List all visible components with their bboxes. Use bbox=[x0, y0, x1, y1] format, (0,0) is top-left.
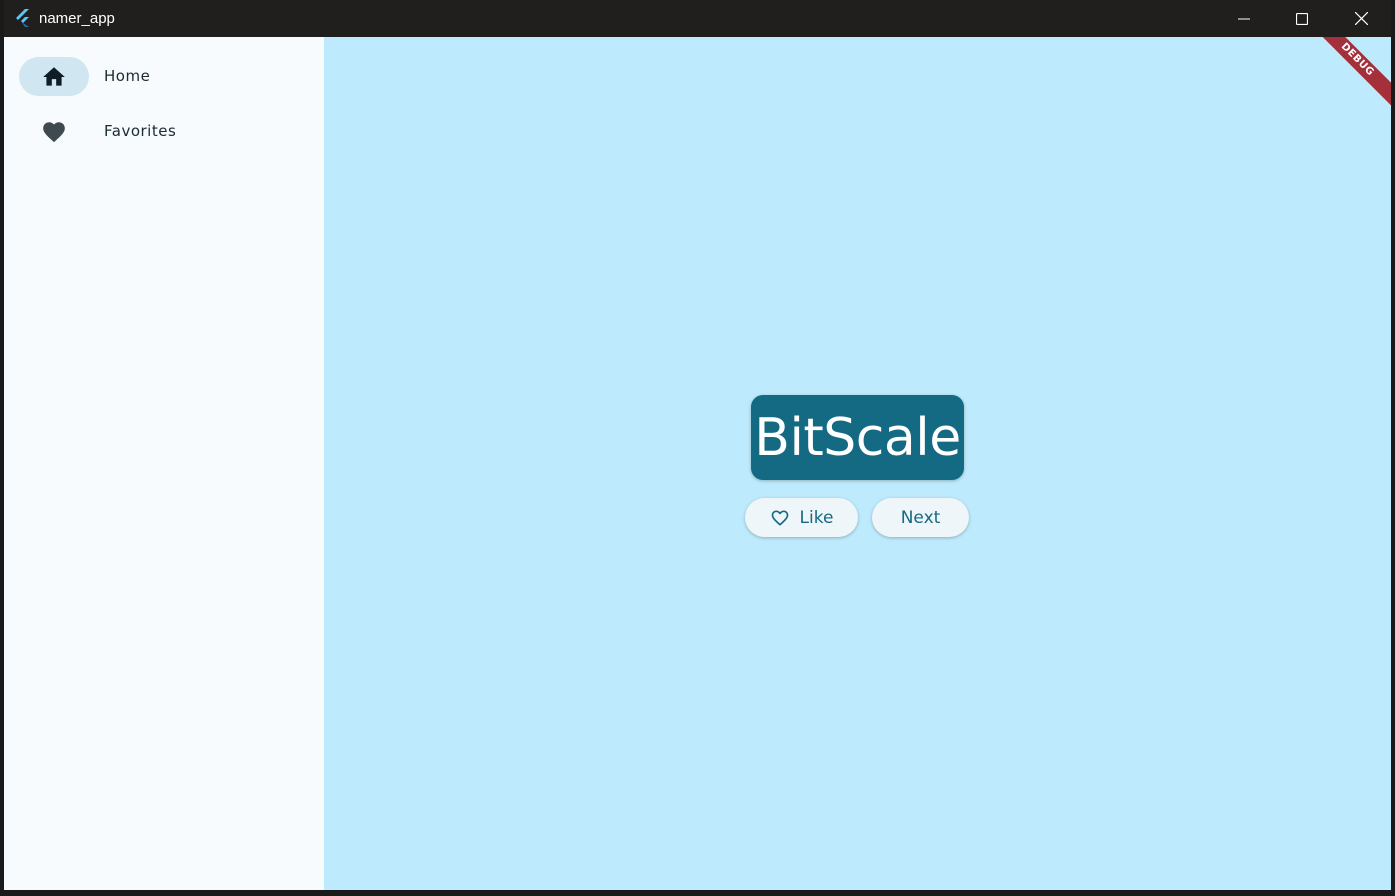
app-window: namer_app Home Favorites DEBUG BitScale … bbox=[4, 0, 1391, 890]
navigation-rail: Home Favorites bbox=[4, 37, 324, 890]
next-label: Next bbox=[900, 507, 941, 528]
flutter-logo-icon bbox=[16, 9, 29, 27]
title-bar[interactable]: namer_app bbox=[4, 0, 1391, 37]
sidebar-item-label: Home bbox=[104, 67, 151, 85]
debug-banner: DEBUG bbox=[1316, 37, 1391, 112]
word-pair-card: BitScale bbox=[751, 395, 964, 480]
next-button[interactable]: Next bbox=[872, 498, 969, 537]
sidebar-item-home[interactable]: Home bbox=[4, 55, 324, 103]
minimize-icon bbox=[1238, 18, 1250, 19]
maximize-button[interactable] bbox=[1273, 0, 1331, 37]
minimize-button[interactable] bbox=[1215, 0, 1273, 37]
debug-label: DEBUG bbox=[1316, 37, 1391, 109]
heart-icon bbox=[43, 122, 65, 143]
word-pair-text: BitScale bbox=[754, 407, 961, 468]
like-button[interactable]: Like bbox=[745, 498, 858, 537]
close-button[interactable] bbox=[1332, 0, 1390, 37]
sidebar-item-favorites[interactable]: Favorites bbox=[4, 110, 324, 158]
close-icon bbox=[1354, 12, 1368, 25]
window-title: namer_app bbox=[39, 10, 115, 27]
heart-outline-icon bbox=[771, 510, 788, 526]
like-label: Like bbox=[799, 507, 834, 528]
home-icon bbox=[43, 67, 65, 86]
sidebar-item-label: Favorites bbox=[104, 122, 177, 140]
maximize-icon bbox=[1296, 12, 1308, 25]
